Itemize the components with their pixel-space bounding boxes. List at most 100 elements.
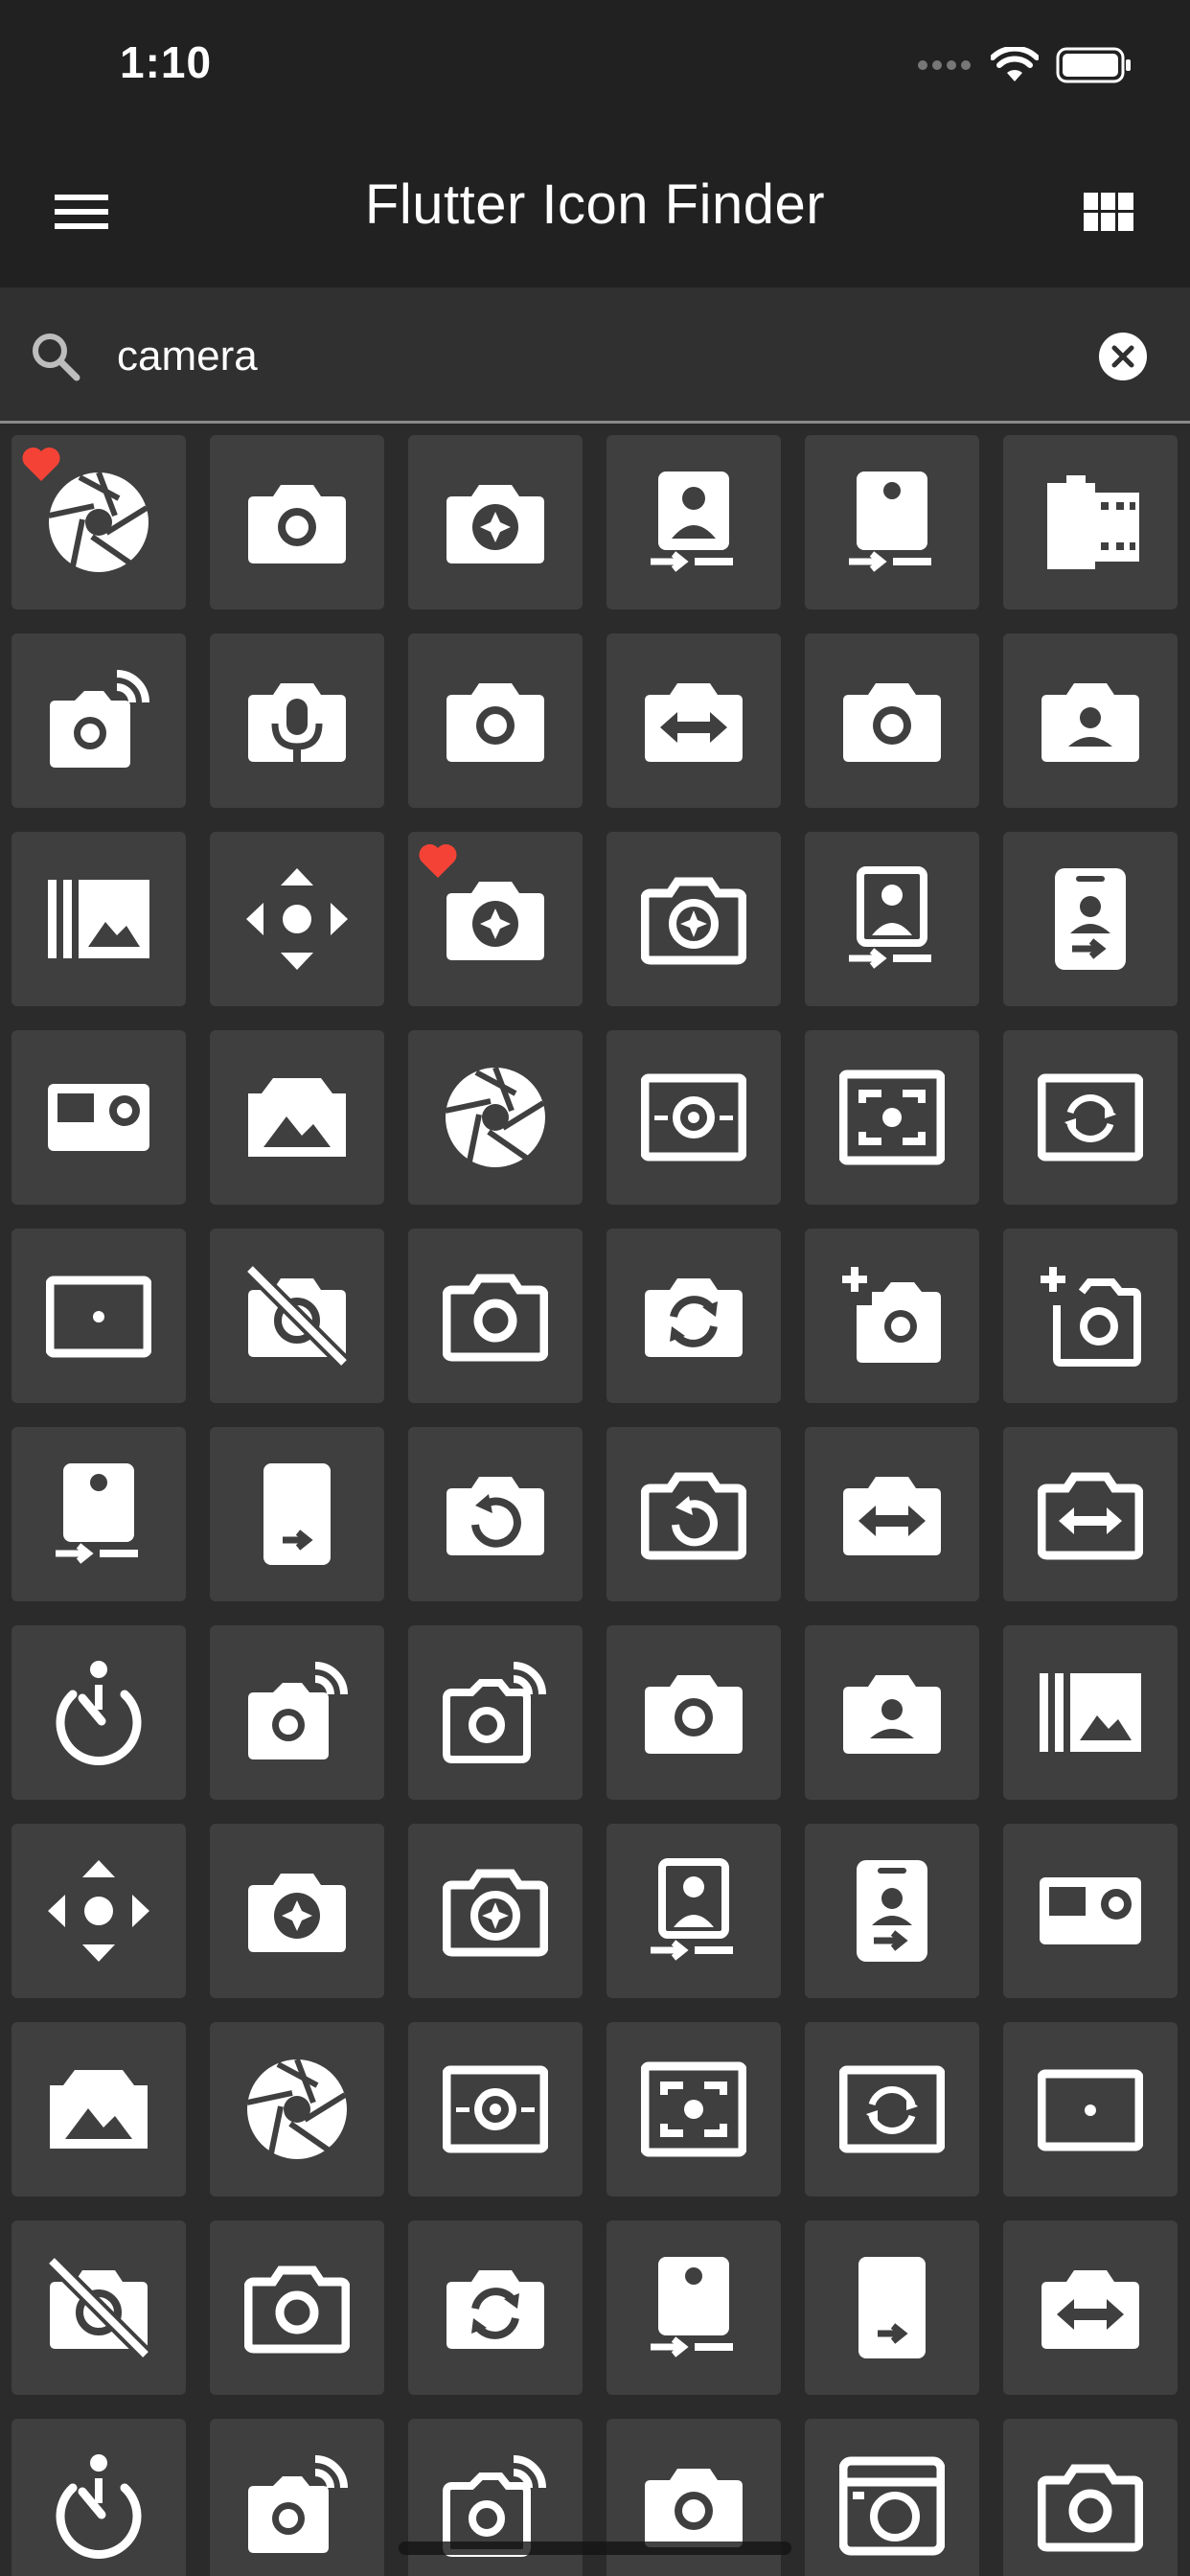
clear-icon[interactable]: [1098, 332, 1148, 381]
camera-alt-icon: [843, 683, 941, 762]
icon-tile[interactable]: [805, 1030, 979, 1205]
camera-indoor-icon: [641, 1073, 746, 1162]
account-box-camera-icon: [1041, 683, 1139, 762]
icon-tile[interactable]: [1003, 2220, 1178, 2395]
shutter-timer-icon: [56, 2454, 142, 2559]
aperture-icon: [48, 471, 149, 572]
camera-rear-outlined-icon: [858, 2257, 926, 2358]
icon-tile[interactable]: [11, 435, 186, 610]
camera-rear-icon: [849, 472, 931, 572]
camera-alt-icon: [446, 683, 544, 762]
camera-outlined-icon: [244, 2266, 350, 2354]
icon-tile[interactable]: [805, 633, 979, 808]
icon-tile[interactable]: [606, 1824, 781, 1998]
linked-camera-icon: [248, 2455, 348, 2553]
icon-tile[interactable]: [1003, 2419, 1178, 2576]
icon-tile[interactable]: [11, 633, 186, 808]
icon-tile[interactable]: [805, 2220, 979, 2395]
icon-tile[interactable]: [1003, 435, 1178, 610]
icon-tile[interactable]: [11, 2022, 186, 2196]
icon-tile[interactable]: [805, 832, 979, 1006]
icon-tile[interactable]: [805, 435, 979, 610]
icon-tile[interactable]: [1003, 1229, 1178, 1403]
icon-tile[interactable]: [805, 2022, 979, 2196]
icon-tile[interactable]: [11, 2220, 186, 2395]
icon-tile[interactable]: [805, 1824, 979, 1998]
icon-tile[interactable]: [408, 832, 583, 1006]
icon-tile[interactable]: [1003, 832, 1178, 1006]
camera-front-badge-icon: [857, 1860, 927, 1962]
icon-tile[interactable]: [11, 1030, 186, 1205]
icon-tile[interactable]: [11, 832, 186, 1006]
icon-tile[interactable]: [408, 1625, 583, 1800]
icon-tile[interactable]: [1003, 2022, 1178, 2196]
icon-tile[interactable]: [11, 2419, 186, 2576]
control-camera-icon: [48, 1860, 149, 1962]
camera-front-outlined-icon: [651, 1858, 733, 1961]
icon-tile[interactable]: [210, 633, 384, 808]
icon-tile[interactable]: [606, 832, 781, 1006]
camera-enhance-outlined-icon: [641, 877, 746, 965]
icon-tile[interactable]: [606, 2220, 781, 2395]
status-time: 1:10: [120, 37, 213, 87]
no-photography-icon: [244, 1263, 350, 1368]
icon-tile[interactable]: [11, 1824, 186, 1998]
burst-mode-icon: [48, 880, 149, 958]
icon-tile[interactable]: [408, 1427, 583, 1601]
icon-tile[interactable]: [805, 2419, 979, 2576]
camera-rear-icon: [651, 2257, 733, 2358]
icon-tile[interactable]: [210, 1030, 384, 1205]
icon-tile[interactable]: [1003, 1030, 1178, 1205]
icon-tile[interactable]: [210, 1625, 384, 1800]
icon-tile[interactable]: [1003, 1824, 1178, 1998]
icon-tile[interactable]: [11, 1625, 186, 1800]
icon-tile[interactable]: [408, 633, 583, 808]
icon-tile[interactable]: [210, 1824, 384, 1998]
icon-tile[interactable]: [210, 1229, 384, 1403]
icon-tile[interactable]: [805, 1229, 979, 1403]
icon-tile[interactable]: [210, 2419, 384, 2576]
icon-tile[interactable]: [408, 2022, 583, 2196]
switch-camera-icon: [843, 1477, 941, 1555]
action-camera-icon: [1040, 1877, 1141, 1944]
add-a-photo-icon: [842, 1267, 941, 1363]
switch-camera-icon: [645, 683, 743, 762]
icon-tile[interactable]: [606, 633, 781, 808]
icon-tile[interactable]: [606, 2022, 781, 2196]
icon-tile[interactable]: [606, 1229, 781, 1403]
icon-tile[interactable]: [606, 1427, 781, 1601]
icon-tile[interactable]: [606, 435, 781, 610]
icon-tile[interactable]: [210, 1427, 384, 1601]
grid-view-button[interactable]: [1065, 169, 1152, 255]
icon-tile[interactable]: [210, 435, 384, 610]
center-focus-icon: [46, 1276, 151, 1358]
icon-tile[interactable]: [408, 1030, 583, 1205]
camera-front-badge-icon: [1055, 868, 1126, 970]
icon-tile[interactable]: [408, 1824, 583, 1998]
camera-enhance-icon: [446, 882, 544, 960]
search-input[interactable]: [115, 322, 1058, 391]
icon-tile[interactable]: [210, 832, 384, 1006]
camera-front-icon: [651, 472, 733, 572]
icon-tile[interactable]: [11, 1427, 186, 1601]
icon-tile[interactable]: [805, 1625, 979, 1800]
icon-tile[interactable]: [408, 435, 583, 610]
icon-tile[interactable]: [606, 1030, 781, 1205]
icon-tile[interactable]: [408, 2220, 583, 2395]
icon-tile[interactable]: [606, 1625, 781, 1800]
icon-tile[interactable]: [1003, 1625, 1178, 1800]
icon-tile[interactable]: [210, 2220, 384, 2395]
center-focus-icon: [1038, 2069, 1143, 2151]
icon-tile[interactable]: [408, 1229, 583, 1403]
no-photography-icon: [46, 2255, 151, 2360]
icon-tile[interactable]: [805, 1427, 979, 1601]
icon-tile[interactable]: [210, 2022, 384, 2196]
icon-tile[interactable]: [1003, 633, 1178, 808]
app-bar: Flutter Icon Finder: [0, 134, 1190, 288]
icon-tile[interactable]: [1003, 1427, 1178, 1601]
mic-camera-icon: [248, 683, 346, 762]
favorite-heart-icon: [22, 447, 60, 481]
icon-tile[interactable]: [11, 1229, 186, 1403]
signal-icon: [918, 60, 971, 70]
linked-camera-icon: [248, 1662, 348, 1760]
